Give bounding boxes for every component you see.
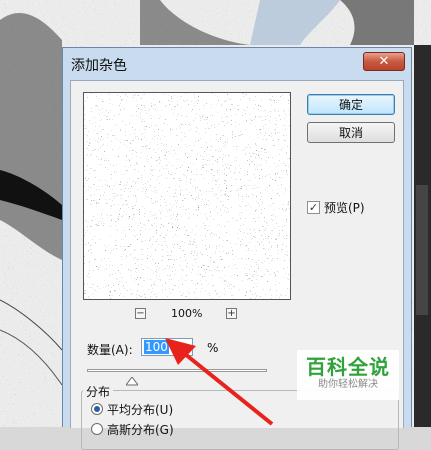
zoom-level: 100% [171,307,203,320]
slider-thumb[interactable] [125,371,139,386]
ok-button[interactable]: 确定 [307,94,395,115]
zoom-controls: − 100% + [83,306,291,322]
preview-label: 预览(P) [324,200,365,215]
watermark-title: 百科全说 [306,355,390,379]
uniform-radio-row[interactable]: 平均分布(U) [91,401,173,417]
gaussian-label: 高斯分布(G) [107,422,174,437]
amount-slider[interactable] [87,366,267,386]
close-icon: ✕ [378,54,390,69]
uniform-radio[interactable] [91,403,103,415]
zoom-in-button[interactable]: + [226,308,237,319]
minus-icon: − [136,308,145,319]
watermark: 百科全说 助你轻松解决 [297,350,399,400]
preview-checkbox[interactable]: ✓ [307,200,320,214]
noise-preview-area[interactable] [83,92,291,300]
preview-checkbox-row[interactable]: ✓ 预览(P) [307,199,365,215]
uniform-label: 平均分布(U) [107,402,174,417]
gaussian-radio[interactable] [91,423,103,435]
checkmark-icon: ✓ [308,200,319,214]
amount-unit: % [207,341,219,355]
gaussian-radio-row[interactable]: 高斯分布(G) [91,421,174,437]
zoom-out-button[interactable]: − [135,308,146,319]
cancel-button[interactable]: 取消 [307,122,395,143]
workspace-edge-panel [414,45,431,427]
plus-icon: + [227,308,236,319]
noise-preview-image [84,93,290,299]
watermark-subtitle: 助你轻松解决 [318,379,378,390]
amount-value: 100 [144,340,169,354]
dialog-title: 添加杂色 [71,58,127,74]
distribution-label: 分布 [83,383,114,400]
amount-input[interactable]: 100 [141,338,193,356]
dialog-titlebar[interactable]: 添加杂色 ✕ [63,48,411,80]
close-button[interactable]: ✕ [363,52,405,71]
slider-track[interactable] [87,369,267,372]
amount-label: 数量(A): [87,343,133,357]
